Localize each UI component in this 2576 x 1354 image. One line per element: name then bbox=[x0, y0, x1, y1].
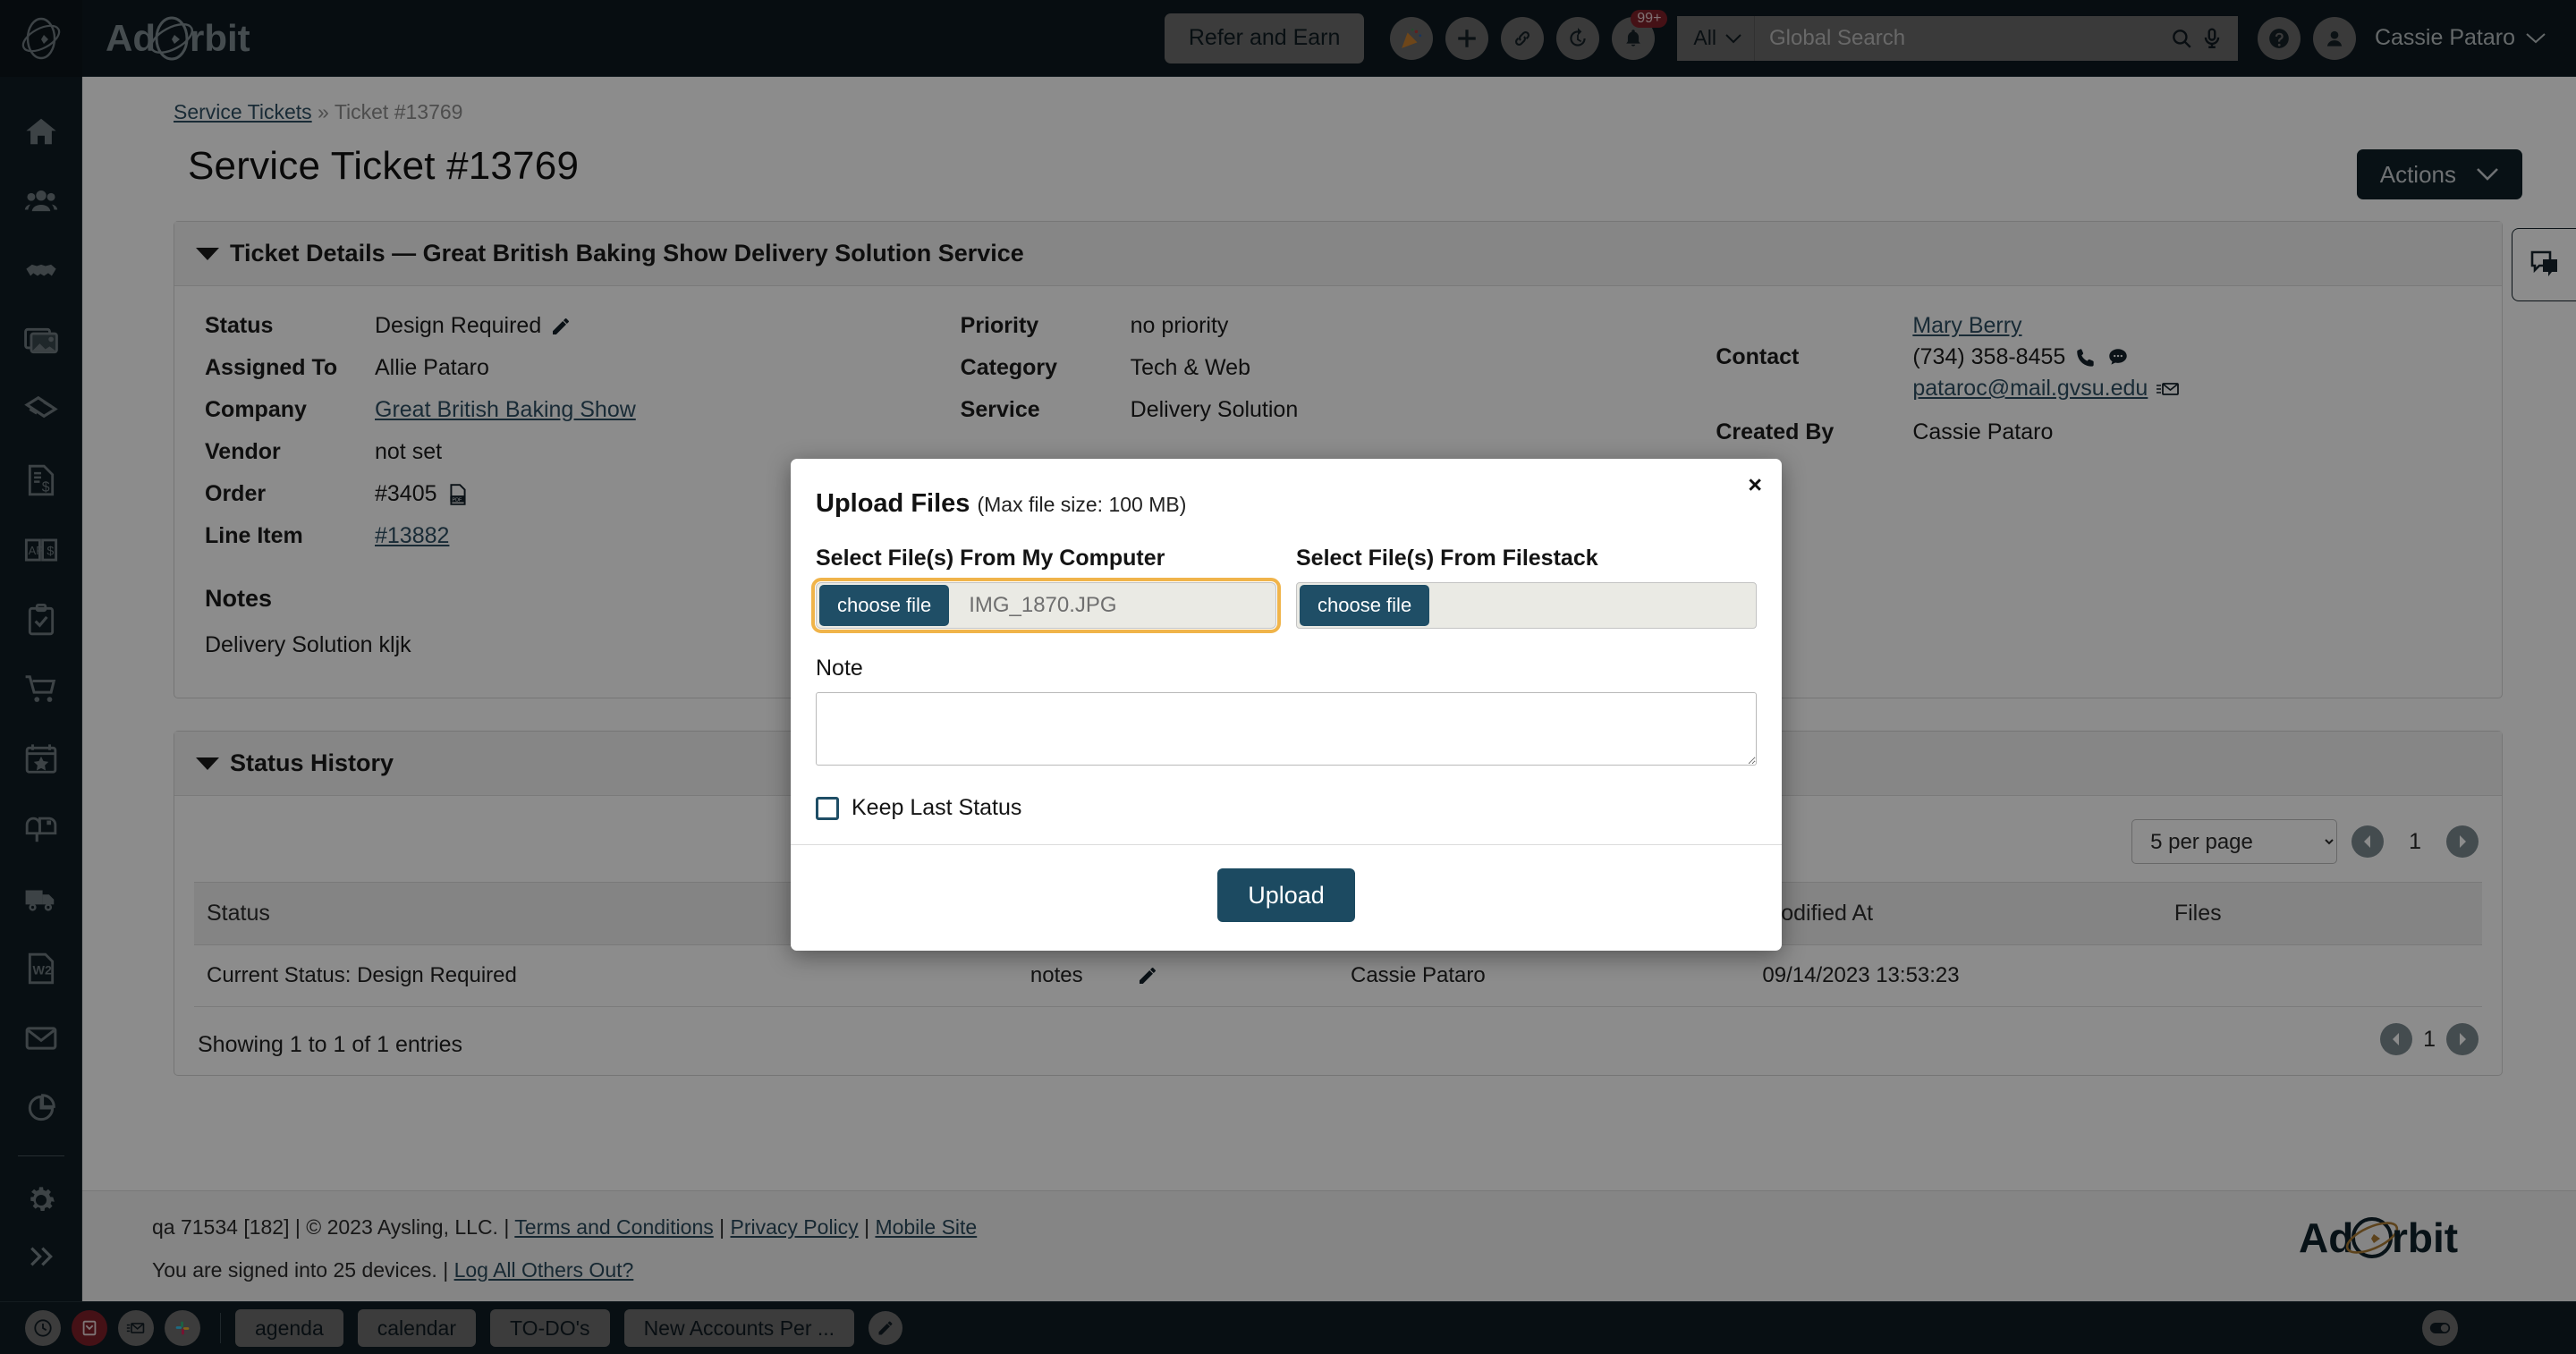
modal-title-text: Upload Files bbox=[816, 489, 970, 518]
upload-files-modal: × Upload Files (Max file size: 100 MB) S… bbox=[791, 459, 1782, 951]
upload-filestack-column: Select File(s) From Filestack choose fil… bbox=[1296, 546, 1757, 629]
upload-local-column: Select File(s) From My Computer choose f… bbox=[816, 546, 1276, 629]
close-icon[interactable]: × bbox=[1748, 473, 1762, 497]
keep-last-status-checkbox[interactable] bbox=[816, 797, 839, 820]
filestack-upload-label: Select File(s) From Filestack bbox=[1296, 546, 1757, 571]
modal-body: Upload Files (Max file size: 100 MB) Sel… bbox=[791, 459, 1782, 821]
app-root: Ad rbit Refer and Earn bbox=[0, 0, 2576, 1354]
filestack-file-input-wrap[interactable]: choose file bbox=[1296, 582, 1757, 629]
modal-footer: Upload bbox=[791, 844, 1782, 951]
note-label: Note bbox=[816, 656, 1757, 681]
local-file-input-wrap[interactable]: choose file IMG_1870.JPG bbox=[816, 582, 1276, 629]
local-selected-filename: IMG_1870.JPG bbox=[969, 593, 1116, 618]
keep-last-status-row[interactable]: Keep Last Status bbox=[816, 795, 1757, 821]
modal-subtitle: (Max file size: 100 MB) bbox=[977, 493, 1186, 516]
local-upload-label: Select File(s) From My Computer bbox=[816, 546, 1276, 571]
modal-title: Upload Files (Max file size: 100 MB) bbox=[816, 489, 1757, 519]
upload-columns: Select File(s) From My Computer choose f… bbox=[816, 546, 1757, 629]
upload-button[interactable]: Upload bbox=[1217, 868, 1355, 922]
choose-file-button-filestack[interactable]: choose file bbox=[1300, 585, 1429, 626]
keep-last-status-label: Keep Last Status bbox=[852, 795, 1021, 821]
choose-file-button-local[interactable]: choose file bbox=[819, 585, 949, 626]
note-textarea[interactable] bbox=[816, 692, 1757, 766]
